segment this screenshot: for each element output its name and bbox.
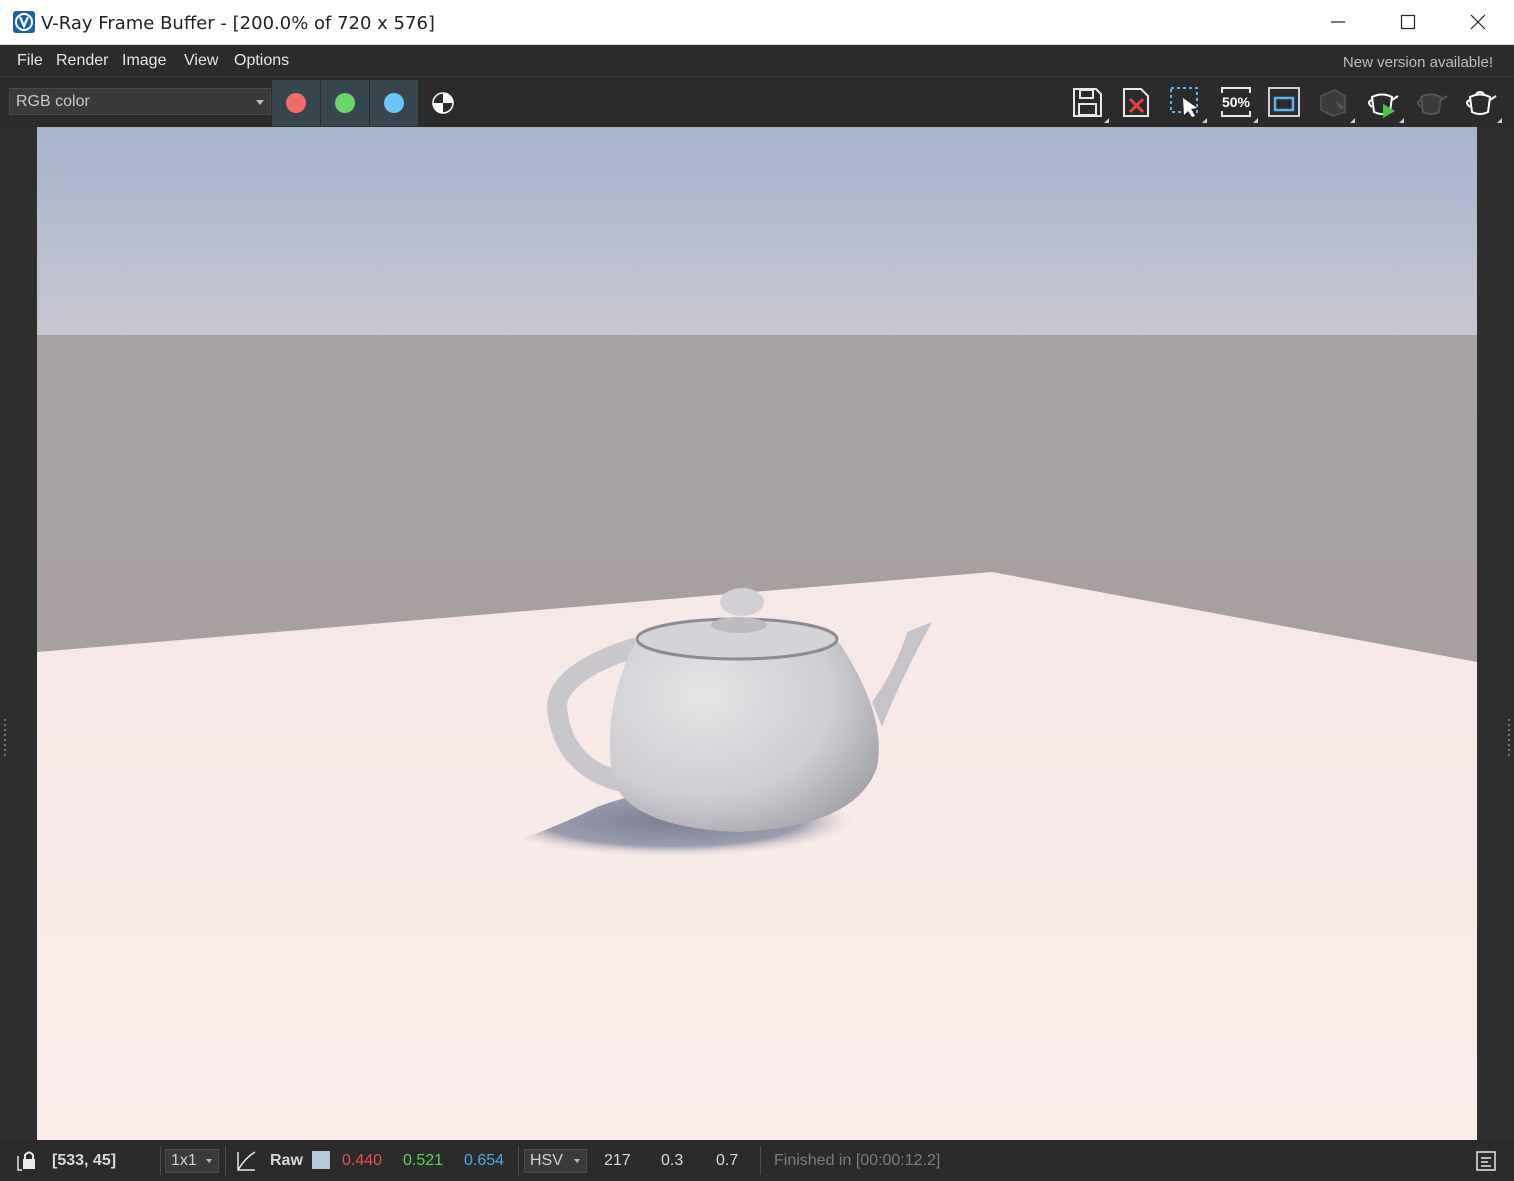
raw-mode-label[interactable]: Raw bbox=[270, 1152, 303, 1170]
green-value: 0.521 bbox=[403, 1152, 444, 1169]
save-image-button[interactable] bbox=[1069, 84, 1109, 123]
zoom-50-button[interactable]: 50% bbox=[1218, 84, 1258, 123]
menu-view[interactable]: View bbox=[184, 52, 218, 70]
rendered-image[interactable] bbox=[37, 127, 1477, 1140]
mono-channel-icon bbox=[432, 92, 454, 114]
blue-value: 0.654 bbox=[464, 1152, 505, 1169]
dropdown-corner-icon bbox=[1253, 118, 1258, 123]
dropdown-corner-icon bbox=[1399, 118, 1404, 123]
abort-render-button[interactable] bbox=[1413, 84, 1449, 120]
chevron-down-icon bbox=[206, 1159, 212, 1163]
title-bar: V-Ray Frame Buffer - [200.0% of 720 x 57… bbox=[0, 0, 1514, 45]
window-title: V-Ray Frame Buffer - [200.0% of 720 x 57… bbox=[41, 13, 435, 34]
mono-channel-button[interactable] bbox=[419, 80, 467, 126]
lock-cursor-icon[interactable] bbox=[14, 1148, 40, 1174]
left-resize-grip[interactable] bbox=[3, 719, 7, 759]
render-last-icon bbox=[1466, 91, 1497, 115]
channel-label: RGB color bbox=[16, 93, 90, 110]
toolbar: RGB color 50% bbox=[0, 78, 1514, 127]
dropdown-corner-icon bbox=[1104, 118, 1109, 123]
track-mouse-icon bbox=[1320, 89, 1346, 117]
fit-window-button[interactable] bbox=[1266, 84, 1302, 120]
blue-dot-icon bbox=[384, 93, 404, 113]
dropdown-corner-icon bbox=[1497, 118, 1502, 123]
maximize-button[interactable] bbox=[1385, 0, 1431, 45]
status-bar: [533, 45] 1x1 Raw 0.440 0.521 0.654 HSV … bbox=[0, 1140, 1514, 1181]
teapot-render bbox=[37, 127, 1477, 1140]
hue-value: 217 bbox=[604, 1152, 631, 1169]
separator bbox=[225, 1146, 226, 1175]
red-value: 0.440 bbox=[342, 1152, 383, 1169]
cursor-coordinates: [533, 45] bbox=[52, 1152, 117, 1169]
green-channel-button[interactable] bbox=[321, 80, 369, 126]
saturation-value: 0.3 bbox=[661, 1152, 684, 1169]
clear-image-icon bbox=[1123, 88, 1149, 117]
vray-logo-icon bbox=[13, 11, 35, 33]
sample-size-dropdown[interactable]: 1x1 bbox=[165, 1149, 219, 1173]
separator bbox=[518, 1146, 519, 1175]
dropdown-corner-icon bbox=[1202, 118, 1207, 123]
value-value: 0.7 bbox=[716, 1152, 739, 1169]
track-mouse-button[interactable] bbox=[1315, 84, 1355, 123]
sample-size-label: 1x1 bbox=[171, 1152, 197, 1169]
menu-image[interactable]: Image bbox=[122, 52, 166, 70]
red-dot-icon bbox=[286, 93, 306, 113]
chevron-down-icon bbox=[256, 100, 264, 105]
new-version-link[interactable]: New version available! bbox=[1343, 54, 1493, 71]
render-viewport[interactable] bbox=[0, 127, 1514, 1140]
channel-dropdown[interactable]: RGB color bbox=[9, 88, 271, 115]
color-space-dropdown[interactable]: HSV bbox=[524, 1149, 587, 1173]
render-last-button[interactable] bbox=[1364, 84, 1404, 123]
panel-toggle-icon[interactable] bbox=[1474, 1149, 1498, 1173]
separator bbox=[760, 1146, 761, 1175]
save-image-icon bbox=[1073, 88, 1102, 117]
menu-render[interactable]: Render bbox=[56, 52, 108, 70]
zoom-50-icon: 50% bbox=[1221, 87, 1251, 117]
region-select-icon bbox=[1170, 87, 1198, 117]
abort-render-icon bbox=[1417, 93, 1448, 115]
render-interactive-icon bbox=[1368, 93, 1399, 118]
menu-bar: File Render Image View Options New versi… bbox=[0, 45, 1514, 77]
zoom-label: 50% bbox=[1222, 94, 1251, 110]
close-button[interactable] bbox=[1455, 0, 1501, 45]
menu-options[interactable]: Options bbox=[234, 52, 289, 70]
chevron-down-icon bbox=[574, 1159, 580, 1163]
color-space-label: HSV bbox=[530, 1152, 563, 1169]
color-swatch bbox=[312, 1151, 330, 1169]
menu-file[interactable]: File bbox=[17, 52, 43, 70]
red-channel-button[interactable] bbox=[272, 80, 320, 126]
separator bbox=[160, 1146, 161, 1175]
color-correction-icon[interactable] bbox=[233, 1148, 259, 1174]
region-select-button[interactable] bbox=[1167, 84, 1207, 123]
dropdown-corner-icon bbox=[1350, 118, 1355, 123]
right-resize-grip[interactable] bbox=[1507, 719, 1511, 759]
render-time-status: Finished in [00:00:12.2] bbox=[774, 1152, 941, 1169]
render-button[interactable] bbox=[1462, 84, 1502, 123]
fit-window-icon bbox=[1268, 87, 1300, 117]
green-dot-icon bbox=[335, 93, 355, 113]
clear-image-button[interactable] bbox=[1118, 84, 1154, 120]
blue-channel-button[interactable] bbox=[370, 80, 418, 126]
minimize-button[interactable] bbox=[1315, 0, 1361, 45]
